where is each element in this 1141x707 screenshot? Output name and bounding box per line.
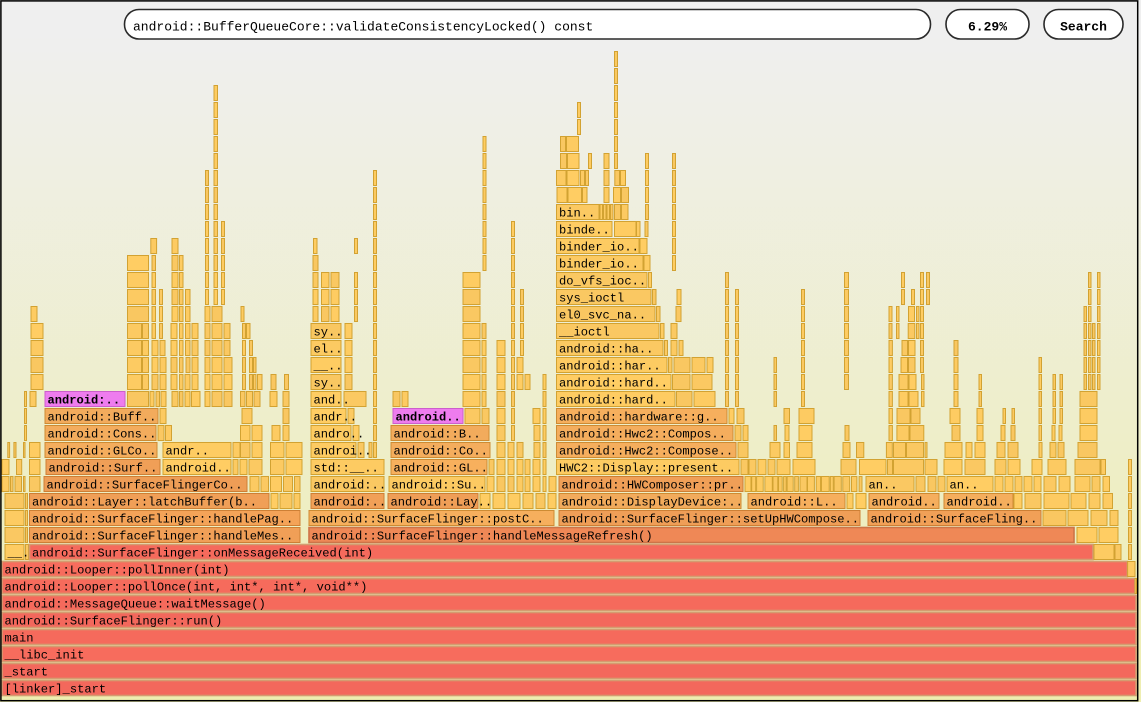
svg-text:android::hard..: android::hard..	[559, 377, 668, 391]
svg-text:an..: an..	[869, 479, 898, 493]
svg-text:android:..: android:..	[314, 496, 387, 510]
svg-text:andr..: andr..	[314, 411, 358, 425]
svg-text:android::DisplayDevice:..: android::DisplayDevice:..	[562, 496, 743, 510]
svg-text:__libc_init: __libc_init	[4, 649, 85, 663]
svg-text:an..: an..	[950, 479, 979, 493]
svg-text:android::MessageQueue::waitMes: android::MessageQueue::waitMessage()	[5, 598, 266, 612]
svg-text:main: main	[5, 632, 34, 646]
svg-text:android::HWComposer::pr..: android::HWComposer::pr..	[562, 479, 743, 493]
svg-text:android::GL..: android::GL..	[394, 462, 488, 476]
svg-text:_start: _start	[4, 666, 49, 680]
svg-text:android::SurfaceFlinger::handl: android::SurfaceFlinger::handleMessageRe…	[312, 530, 653, 544]
svg-text:android::Co..: android::Co..	[394, 445, 488, 459]
svg-text:android..: android..	[872, 496, 937, 510]
svg-text:binder_io..: binder_io..	[559, 258, 639, 272]
svg-text:android..: android..	[947, 496, 1012, 510]
svg-text:android::SurfaceFling..: android::SurfaceFling..	[871, 513, 1038, 527]
svg-text:sy..: sy..	[314, 377, 343, 391]
svg-text:android::hard..: android::hard..	[559, 394, 668, 408]
svg-text:androi..: androi..	[314, 445, 372, 459]
svg-text:android::Buff..: android::Buff..	[48, 411, 157, 425]
svg-text:android::SurfaceFlingerCo..: android::SurfaceFlingerCo..	[47, 479, 243, 493]
svg-text:std::__..: std::__..	[314, 462, 379, 476]
svg-text:android::BufferQueueCore::vali: android::BufferQueueCore::validateConsis…	[133, 20, 593, 35]
svg-text:android::Hwc2::Compos..: android::Hwc2::Compos..	[559, 428, 726, 442]
svg-text:__..: __..	[313, 360, 343, 374]
svg-text:el..: el..	[314, 343, 343, 357]
svg-text:el0_svc_na..: el0_svc_na..	[559, 309, 646, 323]
svg-text:do_vfs_ioc..: do_vfs_ioc..	[559, 275, 646, 289]
svg-text:__ioctl: __ioctl	[558, 326, 610, 340]
svg-text:__.: __.	[7, 547, 30, 561]
svg-text:android::Cons..: android::Cons..	[48, 428, 157, 442]
svg-text:android::SurfaceFlinger::postC: android::SurfaceFlinger::postC..	[312, 513, 544, 527]
svg-text:android::ha..: android::ha..	[559, 343, 653, 357]
svg-text:android::hardware::g..: android::hardware::g..	[559, 411, 719, 425]
svg-text:android::SurfaceFlinger::handl: android::SurfaceFlinger::handlePag..	[32, 513, 293, 527]
svg-text:binde..: binde..	[559, 224, 610, 238]
svg-text:binder_io..: binder_io..	[559, 241, 639, 255]
svg-text:android::SurfaceFlinger::setUp: android::SurfaceFlinger::setUpHWCompose.…	[562, 513, 860, 527]
svg-text:android:..: android:..	[314, 479, 387, 493]
svg-text:and..: and..	[314, 394, 350, 408]
svg-text:android::B..: android::B..	[394, 428, 481, 442]
svg-text:HWC2::Display::present..: HWC2::Display::present..	[559, 462, 733, 476]
svg-text:android::Looper::pollInner(int: android::Looper::pollInner(int)	[5, 564, 230, 578]
svg-text:android::SurfaceFlinger::handl: android::SurfaceFlinger::handleMes..	[32, 530, 293, 544]
svg-text:android::Hwc2::Compose..: android::Hwc2::Compose..	[559, 445, 733, 459]
svg-text:android::GLCo..: android::GLCo..	[48, 445, 157, 459]
svg-text:bin..: bin..	[559, 207, 595, 221]
svg-text:android::Su..: android::Su..	[392, 479, 486, 493]
svg-text:sy..: sy..	[314, 326, 343, 340]
svg-text:Search: Search	[1060, 20, 1107, 35]
svg-text:andro..: andro..	[314, 428, 365, 442]
svg-text:android..: android..	[166, 462, 231, 476]
svg-text:andr..: andr..	[166, 445, 210, 459]
svg-text:android::L..: android::L..	[751, 496, 838, 510]
svg-text:android:..: android:..	[48, 394, 121, 408]
svg-text:android..: android..	[396, 411, 461, 425]
svg-text:android::Looper::pollOnce(int,: android::Looper::pollOnce(int, int*, int…	[5, 581, 368, 595]
svg-text:android::Layer::latchBuffer(b.: android::Layer::latchBuffer(b..	[32, 496, 257, 510]
svg-text:android::Lay..: android::Lay..	[391, 496, 493, 510]
svg-text:android::SurfaceFlinger::onMes: android::SurfaceFlinger::onMessageReceiv…	[32, 547, 373, 561]
svg-text:6.29%: 6.29%	[968, 20, 1007, 35]
svg-text:android::har..: android::har..	[559, 360, 661, 374]
svg-text:android::SurfaceFlinger::run(): android::SurfaceFlinger::run()	[5, 615, 223, 629]
svg-text:sys_ioctl: sys_ioctl	[559, 292, 624, 306]
svg-text:android::Surf..: android::Surf..	[49, 462, 158, 476]
svg-text:[linker]_start: [linker]_start	[5, 683, 107, 697]
